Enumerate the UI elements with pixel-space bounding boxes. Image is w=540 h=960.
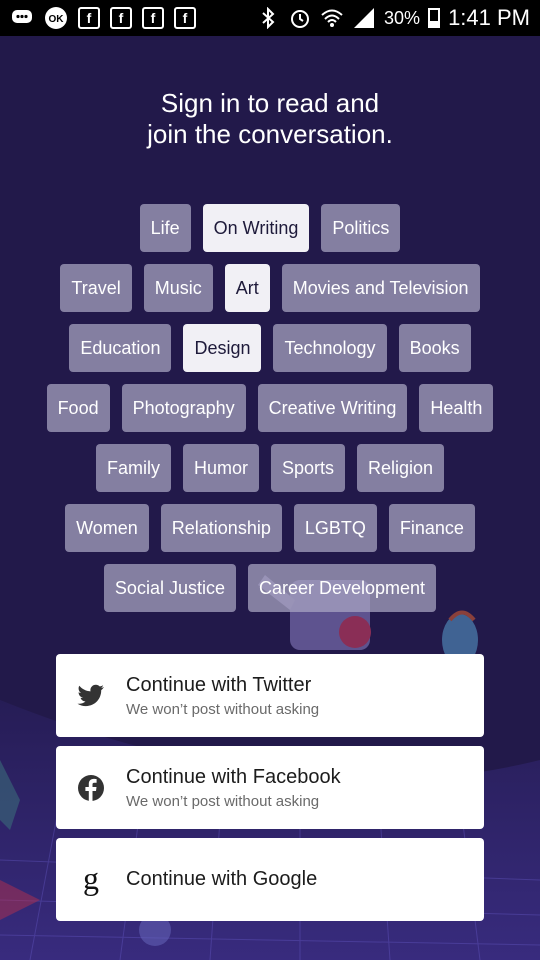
continue-with-facebook-button[interactable]: Continue with Facebook We won’t post wit… (56, 746, 484, 829)
title-line-1: Sign in to read and (160, 88, 380, 118)
topic-chip[interactable]: Photography (121, 384, 246, 432)
svg-text:OK: OK (49, 14, 65, 25)
topic-row: Life On Writing Politics (0, 204, 540, 252)
wifi-icon (320, 6, 344, 30)
topic-chip[interactable]: Finance (388, 504, 475, 552)
alarm-icon (288, 6, 312, 30)
topic-chip[interactable]: Life (139, 204, 191, 252)
bluetooth-icon (256, 6, 280, 30)
facebook-notification-icon: f (78, 7, 100, 29)
topic-chip[interactable]: Humor (182, 444, 259, 492)
signal-icon (352, 6, 376, 30)
topic-chip[interactable]: Social Justice (103, 564, 236, 612)
facebook-subtitle: We won’t post without asking (126, 792, 320, 810)
svg-text:g: g (83, 863, 99, 896)
topic-chip[interactable]: Career Development (247, 564, 437, 612)
topic-row: Education Design Technology Books (0, 324, 540, 372)
topic-picker: Life On Writing Politics Travel Music Ar… (0, 204, 540, 624)
topic-chip[interactable]: Education (69, 324, 172, 372)
topic-row: Family Humor Sports Religion (0, 444, 540, 492)
topic-chip[interactable]: Books (398, 324, 471, 372)
twitter-title: Continue with Twitter (126, 673, 312, 696)
topic-chip[interactable]: Food (46, 384, 110, 432)
facebook-icon (56, 774, 126, 802)
facebook-title: Continue with Facebook (126, 765, 341, 788)
page-title: Sign in to read and join the conversatio… (0, 88, 540, 150)
topic-row: Women Relationship LGBTQ Finance (0, 504, 540, 552)
topic-chip-selected[interactable]: Design (183, 324, 262, 372)
battery-icon (428, 8, 441, 28)
facebook-notification-icon: f (174, 7, 196, 29)
twitter-icon (56, 684, 126, 708)
facebook-notification-icon: f (142, 7, 164, 29)
status-bar: OK f f f f 30% 1:41 PM (0, 0, 540, 36)
twitter-subtitle: We won’t post without asking (126, 700, 320, 718)
topic-chip[interactable]: Family (95, 444, 171, 492)
message-icon (10, 6, 34, 30)
topic-chip[interactable]: Technology (273, 324, 387, 372)
topic-row: Travel Music Art Movies and Television (0, 264, 540, 312)
topic-chip[interactable]: Women (65, 504, 149, 552)
topic-chip[interactable]: Sports (270, 444, 345, 492)
topic-chip[interactable]: Movies and Television (281, 264, 480, 312)
google-title: Continue with Google (126, 868, 318, 890)
title-line-2: join the conversation. (147, 119, 393, 149)
facebook-notification-icon: f (110, 7, 132, 29)
topic-chip[interactable]: Health (419, 384, 494, 432)
topic-row: Food Photography Creative Writing Health (0, 384, 540, 432)
topic-row: Social Justice Career Development (0, 564, 540, 612)
topic-chip[interactable]: Music (143, 264, 213, 312)
topic-chip[interactable]: Creative Writing (257, 384, 408, 432)
topic-chip-selected[interactable]: Art (224, 264, 270, 312)
topic-chip-selected[interactable]: On Writing (202, 204, 310, 252)
continue-with-twitter-button[interactable]: Continue with Twitter We won’t post with… (56, 654, 484, 737)
topic-chip[interactable]: Politics (321, 204, 401, 252)
battery-percent: 30% (384, 7, 421, 28)
topic-chip[interactable]: Relationship (160, 504, 282, 552)
topic-chip[interactable]: Travel (60, 264, 132, 312)
topic-chip[interactable]: Religion (357, 444, 445, 492)
continue-with-google-button[interactable]: g Continue with Google (56, 838, 484, 921)
ok-app-icon: OK (44, 6, 68, 30)
clock: 1:41 PM (448, 5, 530, 30)
sign-in-options: Continue with Twitter We won’t post with… (56, 654, 484, 930)
google-icon: g (56, 863, 126, 897)
topic-chip[interactable]: LGBTQ (293, 504, 377, 552)
